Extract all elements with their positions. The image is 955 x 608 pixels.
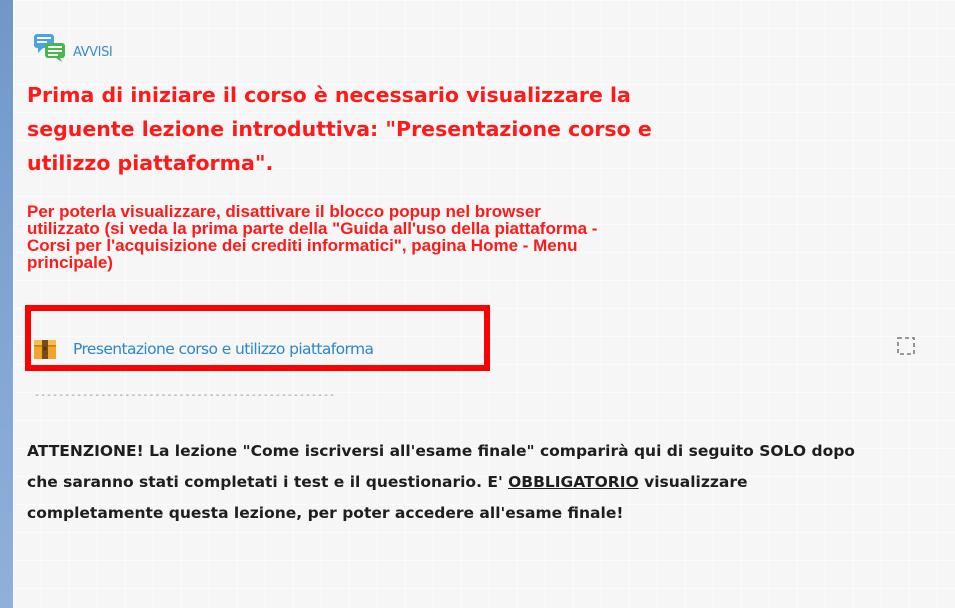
completion-checkbox-icon[interactable]	[897, 337, 915, 355]
forum-activity[interactable]: AVVISI	[33, 33, 113, 63]
popup-instructions-text: Per poterla visualizzare, disattivare il…	[27, 202, 598, 272]
package-icon[interactable]	[33, 337, 57, 361]
resource-link-presentazione[interactable]: Presentazione corso e utilizzo piattafor…	[73, 340, 374, 358]
dashed-separator: ----------------------------------------…	[34, 390, 336, 401]
resource-activity[interactable]: Presentazione corso e utilizzo piattafor…	[33, 337, 374, 361]
warning-obbligatorio: OBBLIGATORIO	[508, 473, 639, 491]
forum-chat-icon[interactable]	[33, 33, 69, 63]
forum-link-avvisi[interactable]: AVVISI	[73, 45, 113, 60]
final-exam-warning: ATTENZIONE! La lezione "Come iscriversi …	[27, 436, 867, 529]
intro-notice-text: Prima di iniziare il corso è necessario …	[27, 83, 652, 175]
